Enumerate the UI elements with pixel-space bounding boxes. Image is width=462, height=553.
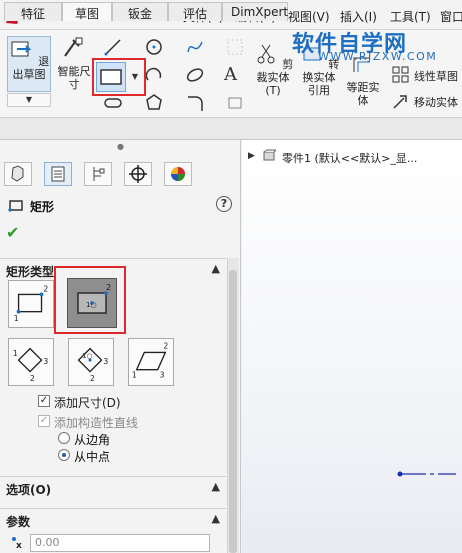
plane-icon[interactable] bbox=[226, 94, 244, 112]
svg-text:1: 1 bbox=[132, 370, 137, 379]
polygon-icon[interactable] bbox=[145, 94, 163, 112]
smart-dimension-icon bbox=[64, 37, 83, 57]
center-rectangle-highlight bbox=[54, 266, 126, 334]
panel-grip[interactable]: ● bbox=[0, 140, 241, 154]
watermark-url: WWW.RJZXW.COM bbox=[318, 50, 438, 63]
checkbox-box[interactable]: ✓ bbox=[38, 395, 50, 407]
menu-insert[interactable]: 插入(I) bbox=[340, 8, 377, 25]
appearance-icon bbox=[171, 167, 185, 181]
slot-icon[interactable] bbox=[104, 94, 122, 112]
svg-text:1: 1 bbox=[14, 314, 19, 323]
tab-features[interactable]: 特征 bbox=[4, 2, 62, 21]
corner-rectangle-button[interactable]: 12 bbox=[8, 280, 54, 328]
ellipse-icon[interactable] bbox=[186, 66, 204, 84]
linear-pattern-label[interactable]: 线性草图 bbox=[414, 68, 458, 84]
chevron-up-icon[interactable]: ▲ bbox=[212, 480, 220, 493]
tab-sheet-metal[interactable]: 钣金 bbox=[112, 2, 168, 21]
menu-tools[interactable]: 工具(T) bbox=[390, 8, 431, 25]
svg-text:1: 1 bbox=[13, 349, 18, 358]
circle-icon[interactable] bbox=[145, 38, 163, 56]
svg-text:2: 2 bbox=[30, 374, 35, 383]
options-group-header[interactable]: 选项(O) ▲ bbox=[0, 476, 226, 498]
radio-button[interactable] bbox=[58, 432, 70, 444]
tab-property-manager[interactable] bbox=[44, 162, 72, 186]
scrollbar-thumb[interactable] bbox=[229, 270, 237, 553]
parameters-group-header[interactable]: 参数 ▲ bbox=[0, 508, 226, 530]
graphics-area[interactable] bbox=[242, 140, 462, 553]
menu-view[interactable]: 视图(V) bbox=[288, 8, 330, 25]
tab-display-manager[interactable] bbox=[164, 162, 192, 186]
part-icon bbox=[263, 149, 276, 161]
rectangle-icon bbox=[8, 200, 23, 212]
menu-window[interactable]: 窗口 bbox=[440, 8, 462, 25]
checkbox-label: 添加构造性直线 bbox=[54, 416, 139, 430]
move-entities-icon[interactable] bbox=[392, 92, 410, 110]
fillet-icon[interactable] bbox=[186, 94, 204, 112]
expand-arrow-icon[interactable]: ▶ bbox=[248, 151, 255, 161]
x-coordinate-icon: x bbox=[12, 537, 22, 550]
crosshair-icon bbox=[129, 165, 147, 183]
group-label: 矩形类型 bbox=[6, 265, 55, 279]
help-icon[interactable]: ? bbox=[216, 196, 232, 212]
trim-entities-button[interactable]: 剪裁实体(T) bbox=[252, 42, 294, 97]
ok-check-icon[interactable]: ✔ bbox=[6, 223, 19, 242]
spline-icon[interactable] bbox=[186, 38, 204, 56]
checkbox-label: 添加尺寸(D) bbox=[54, 396, 121, 410]
svg-text:3: 3 bbox=[160, 370, 165, 379]
corner-rectangle-icon: 12 bbox=[14, 285, 49, 324]
feature-tree-icon bbox=[11, 165, 24, 182]
trim-icon bbox=[257, 44, 275, 64]
radio-label: 从边角 bbox=[74, 433, 111, 447]
move-label[interactable]: 移动实体 bbox=[414, 94, 458, 110]
tab-feature-manager[interactable] bbox=[4, 162, 32, 186]
chevron-up-icon[interactable]: ▲ bbox=[212, 262, 220, 275]
chevron-down-icon: ▼ bbox=[25, 95, 33, 104]
exit-sketch-dropdown[interactable]: ▼ bbox=[7, 93, 51, 107]
group-label: 选项(O) bbox=[6, 483, 52, 497]
radio-button[interactable] bbox=[58, 449, 70, 461]
svg-text:2: 2 bbox=[90, 374, 95, 383]
tab-configuration-manager[interactable] bbox=[84, 162, 112, 186]
checkbox-box[interactable]: ✓ bbox=[38, 415, 50, 427]
radio-label: 从中点 bbox=[74, 450, 111, 464]
parallelogram-button[interactable]: 1 2 3 bbox=[128, 338, 174, 386]
smart-dimension-button[interactable]: 智能尺寸 bbox=[54, 36, 94, 91]
origin-axis bbox=[397, 471, 456, 477]
tab-evaluate[interactable]: 评估 bbox=[168, 2, 222, 21]
solidworks-window: SOLIDWORKS 文件(F) 编辑(E) 视图(V) 插入(I) 工具(T)… bbox=[0, 0, 462, 553]
property-list-icon bbox=[51, 166, 65, 182]
3point-center-rectangle-icon: 1○ 32 bbox=[77, 347, 108, 383]
exit-sketch-icon bbox=[11, 41, 32, 57]
group-label: 参数 bbox=[6, 515, 31, 529]
arc-icon[interactable] bbox=[145, 66, 163, 84]
offset-label: 等距实体 bbox=[346, 81, 380, 107]
3point-corner-rectangle-button[interactable]: 1 32 bbox=[8, 338, 54, 386]
center-x-input[interactable]: 0.00 bbox=[30, 534, 210, 552]
svg-text:1○: 1○ bbox=[82, 352, 92, 360]
chevron-up-icon[interactable]: ▲ bbox=[212, 512, 220, 525]
tab-sketch[interactable]: 草图 bbox=[62, 2, 112, 21]
svg-text:x: x bbox=[16, 541, 22, 550]
parallelogram-icon: 1 2 3 bbox=[132, 342, 169, 380]
linear-pattern-icon[interactable] bbox=[392, 66, 410, 84]
svg-text:2: 2 bbox=[43, 285, 48, 294]
smart-dimension-label: 智能尺寸 bbox=[57, 65, 91, 91]
3point-center-rectangle-button[interactable]: 1○ 3 2 bbox=[68, 338, 114, 386]
3point-corner-rectangle-icon: 1 32 bbox=[13, 347, 48, 383]
rectangle-highlight bbox=[92, 58, 146, 96]
line-icon[interactable] bbox=[104, 38, 122, 56]
configuration-icon bbox=[93, 167, 105, 181]
tab-dimxpert[interactable]: DimXpert bbox=[222, 2, 288, 21]
svg-text:3: 3 bbox=[103, 357, 108, 366]
command-tabs bbox=[0, 118, 462, 140]
grid-icon bbox=[227, 39, 243, 55]
svg-text:2: 2 bbox=[163, 342, 168, 351]
page-title: 矩形 bbox=[30, 200, 55, 214]
feature-tree-root[interactable]: 零件1 (默认<<默认>_显... bbox=[282, 150, 417, 166]
text-icon[interactable]: A bbox=[224, 64, 237, 85]
svg-text:3: 3 bbox=[43, 357, 48, 366]
tab-dimxpert-manager[interactable] bbox=[124, 162, 152, 186]
exit-sketch-button[interactable]: 退出草图 bbox=[7, 36, 51, 92]
